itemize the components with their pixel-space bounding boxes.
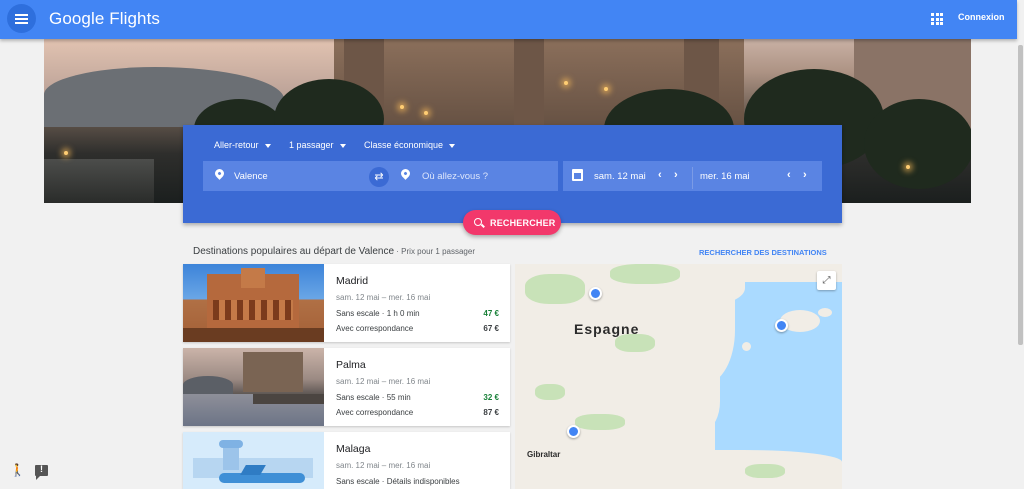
map-marker-madrid[interactable] [589,287,602,300]
map-label-gibraltar: Gibraltar [527,450,561,459]
map-label-spain: Espagne [574,321,640,337]
card-nonstop: Sans escale · 1 h 0 min [336,309,420,318]
palma-thumbnail [183,348,324,426]
pegman-icon[interactable]: 🚶 [10,463,25,477]
card-city: Malaga [336,443,371,455]
search-icon [474,218,482,226]
card-connecting: Avec correspondance [336,324,414,333]
map-marker-palma[interactable] [775,319,788,332]
madrid-thumbnail [183,264,324,342]
page-scrollbar[interactable] [1017,0,1024,489]
destination-card-malaga[interactable]: Malaga sam. 12 mai – mer. 16 mai Sans es… [183,432,510,489]
destinations-map[interactable] [515,264,842,489]
card-connecting-price: 87 € [483,408,499,417]
feedback-icon[interactable] [35,464,48,480]
origin-field[interactable]: Valence [203,161,379,191]
menu-icon[interactable] [7,4,36,33]
search-button[interactable]: RECHERCHER [463,210,561,235]
scrollbar-thumb[interactable] [1018,45,1023,345]
card-nonstop-price: 47 € [483,309,499,318]
card-city: Palma [336,359,366,371]
card-dates: sam. 12 mai – mer. 16 mai [336,377,431,386]
passengers-select[interactable]: 1 passager [289,140,346,150]
search-panel: Aller-retour 1 passager Classe économiqu… [183,125,842,223]
app-brand[interactable]: Google Flights [49,9,160,29]
depart-next-button[interactable]: › [674,169,678,181]
card-nonstop: Sans escale · Détails indisponibles [336,477,460,486]
origin-value: Valence [234,171,268,182]
section-title: Destinations populaires au départ de Val… [193,246,475,257]
destination-card-madrid[interactable]: Madrid sam. 12 mai – mer. 16 mai Sans es… [183,264,510,342]
return-prev-button[interactable]: ‹ [787,169,791,181]
search-button-label: RECHERCHER [490,218,556,228]
trip-type-select[interactable]: Aller-retour [214,140,271,150]
return-next-button[interactable]: › [803,169,807,181]
location-pin-icon [399,167,412,180]
swap-locations-button[interactable]: ⇄ [369,167,389,187]
explore-destinations-link[interactable]: RECHERCHER DES DESTINATIONS [699,248,827,257]
destination-card-palma[interactable]: Palma sam. 12 mai – mer. 16 mai Sans esc… [183,348,510,426]
card-connecting: Avec correspondance [336,408,414,417]
section-subtitle: · Prix pour 1 passager [394,247,475,256]
card-city: Madrid [336,275,369,287]
app-bar: Google Flights Connexion [0,0,1017,39]
card-nonstop: Sans escale · 55 min [336,393,411,402]
map-marker-malaga[interactable] [567,425,580,438]
depart-date: sam. 12 mai [594,171,646,182]
apps-grid-icon[interactable] [931,13,943,25]
card-nonstop-price: 32 € [483,393,499,402]
return-date: mer. 16 mai [700,171,750,182]
destination-field[interactable]: Où allez-vous ? [379,161,558,191]
malaga-thumbnail [183,432,324,489]
card-dates: sam. 12 mai – mer. 16 mai [336,293,431,302]
calendar-icon [572,169,583,181]
signin-link[interactable]: Connexion [958,12,1005,22]
card-connecting-price: 67 € [483,324,499,333]
map-expand-button[interactable]: ⤢ [817,271,836,290]
depart-prev-button[interactable]: ‹ [658,169,662,181]
cabin-class-select[interactable]: Classe économique [364,140,456,150]
card-dates: sam. 12 mai – mer. 16 mai [336,461,431,470]
location-pin-icon [213,167,226,180]
destination-placeholder: Où allez-vous ? [422,171,489,182]
section-title-text: Destinations populaires au départ de Val… [193,246,395,257]
date-divider [692,167,693,189]
